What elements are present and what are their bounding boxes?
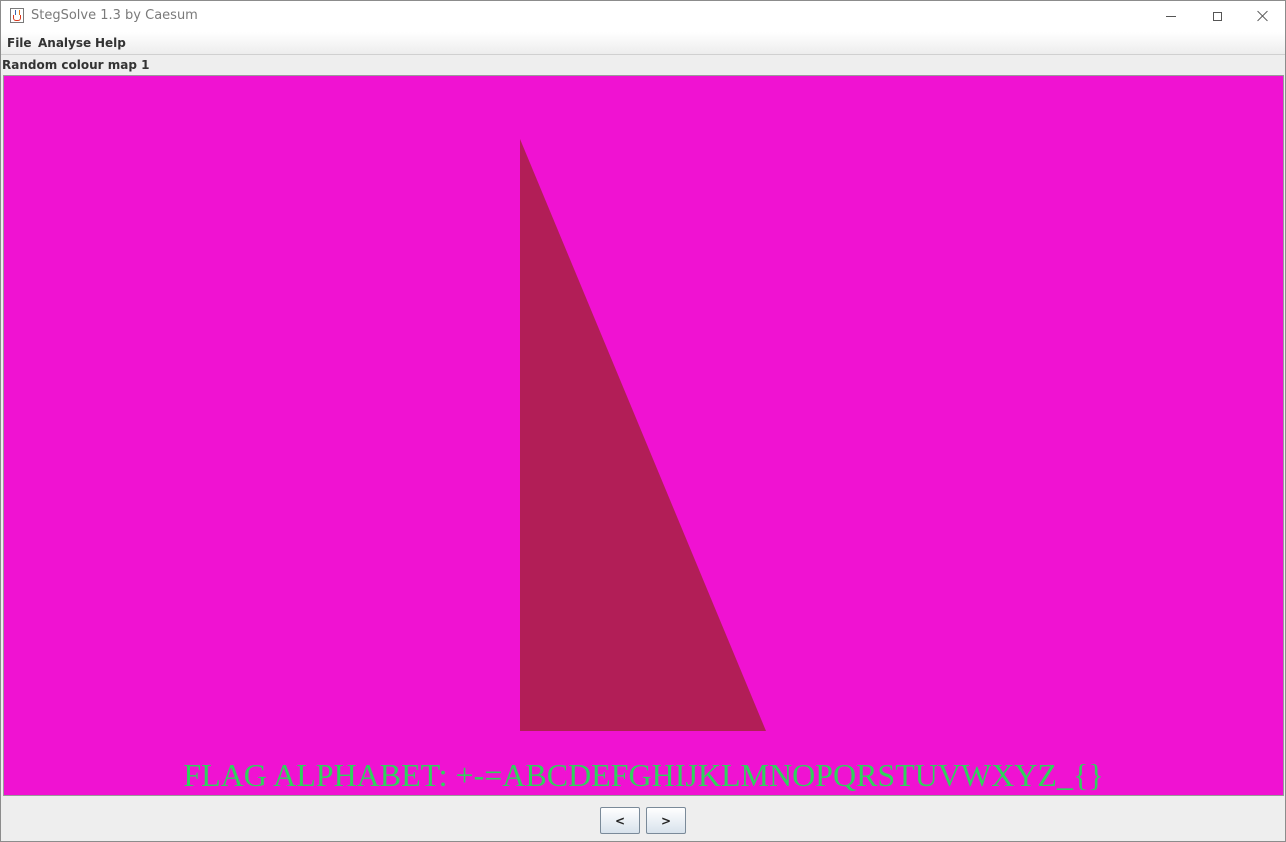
maximize-icon xyxy=(1212,11,1222,21)
app-window: StegSolve 1.3 by Caesum File Analyse Hel… xyxy=(0,0,1286,842)
close-icon xyxy=(1257,10,1269,22)
maximize-button[interactable] xyxy=(1194,1,1240,31)
menu-help[interactable]: Help xyxy=(95,36,126,50)
menu-file[interactable]: File xyxy=(7,36,32,50)
minimize-button[interactable] xyxy=(1148,1,1194,31)
close-button[interactable] xyxy=(1240,1,1286,31)
menu-analyse[interactable]: Analyse xyxy=(38,36,91,50)
flag-alphabet-text: FLAG ALPHABET: +-=ABCDEFGHIJKLMNOPQRSTUV… xyxy=(183,757,1104,793)
previous-button[interactable]: < xyxy=(600,807,640,834)
title-bar[interactable]: StegSolve 1.3 by Caesum xyxy=(1,1,1285,32)
image-canvas xyxy=(520,139,766,731)
triangle-shape xyxy=(520,139,766,731)
menu-bar: File Analyse Help xyxy=(1,32,1285,55)
next-button[interactable]: > xyxy=(646,807,686,834)
view-mode-label: Random colour map 1 xyxy=(2,58,150,72)
image-view: FLAG ALPHABET: +-=ABCDEFGHIJKLMNOPQRSTUV… xyxy=(3,75,1284,796)
window-title: StegSolve 1.3 by Caesum xyxy=(31,8,198,23)
navigation-bar: < > xyxy=(1,798,1285,841)
java-app-icon xyxy=(10,8,24,23)
minimize-icon xyxy=(1166,15,1176,17)
